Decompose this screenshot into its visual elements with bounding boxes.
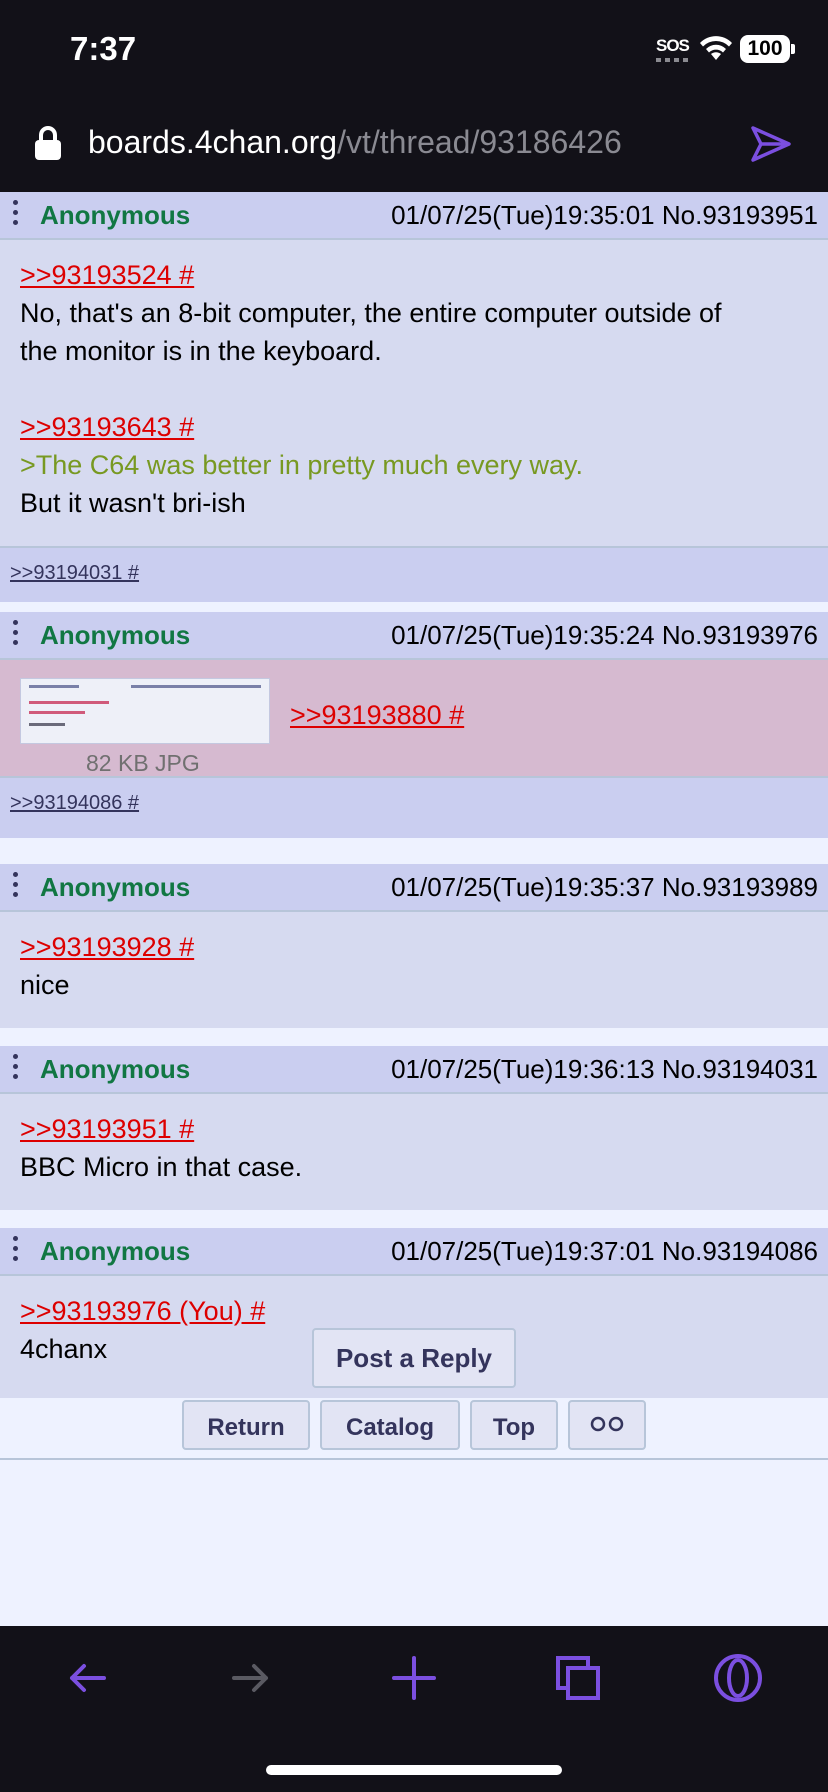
cellular-signal-icon — [656, 58, 688, 62]
quote-link[interactable]: >>93193976 (You) # — [20, 1292, 265, 1330]
tabs-icon[interactable] — [552, 1652, 604, 1704]
battery-icon: 100 — [740, 35, 790, 63]
opera-menu-icon[interactable] — [712, 1652, 764, 1704]
poster-name: Anonymous — [40, 872, 191, 902]
file-info[interactable]: 82 KB JPG — [86, 750, 200, 777]
quote-link[interactable]: >>93193880 # — [290, 700, 464, 731]
url-text[interactable]: boards.4chan.org/vt/thread/93186426 — [88, 124, 622, 161]
post-header: Anonymous 01/07/25(Tue)19:35:01 No.93193… — [0, 192, 828, 240]
forward-arrow-icon[interactable] — [224, 1652, 276, 1704]
return-button[interactable]: Return — [182, 1400, 310, 1450]
message-text: But it wasn't bri-ish — [20, 488, 246, 518]
post: Anonymous 01/07/25(Tue)19:35:01 No.93193… — [0, 192, 828, 602]
greentext: >The C64 was better in pretty much every… — [20, 450, 583, 480]
thread-content[interactable]: Anonymous 01/07/25(Tue)19:35:01 No.93193… — [0, 192, 828, 1626]
quote-link[interactable]: >>93193643 # — [20, 408, 722, 446]
post-datetime[interactable]: 01/07/25(Tue)19:36:13 No.93194031 — [391, 1054, 818, 1085]
sos-indicator: SOS — [656, 36, 690, 55]
quote-link[interactable]: >>93193951 # — [20, 1110, 302, 1148]
message-text: BBC Micro in that case. — [20, 1152, 303, 1182]
post-menu-icon[interactable] — [13, 1054, 21, 1084]
image-thumbnail[interactable] — [20, 678, 270, 744]
quote-link[interactable]: >>93193928 # — [20, 928, 194, 966]
post-header: Anonymous 01/07/25(Tue)19:36:13 No.93194… — [0, 1046, 828, 1094]
toggle-icon — [590, 1416, 624, 1432]
wifi-icon — [700, 36, 732, 60]
poster-name: Anonymous — [40, 620, 191, 650]
post-datetime[interactable]: 01/07/25(Tue)19:35:01 No.93193951 — [391, 200, 818, 231]
post-menu-icon[interactable] — [13, 1236, 21, 1266]
new-tab-plus-icon[interactable] — [388, 1652, 440, 1704]
thread-divider — [0, 1458, 828, 1460]
message-text: the monitor is in the keyboard. — [20, 336, 382, 366]
post-message: >>93193928 # nice — [20, 928, 194, 1004]
lock-icon — [35, 126, 61, 160]
poster-name: Anonymous — [40, 200, 191, 230]
message-text: nice — [20, 970, 70, 1000]
url-path: /vt/thread/93186426 — [337, 124, 622, 160]
backlink[interactable]: >>93194086 # — [10, 792, 139, 815]
post-header: Anonymous 01/07/25(Tue)19:35:37 No.93193… — [0, 864, 828, 912]
poster-name: Anonymous — [40, 1054, 191, 1084]
message-text: 4chanx — [20, 1334, 108, 1364]
send-icon[interactable] — [750, 124, 792, 164]
battery-tip — [791, 44, 795, 54]
status-time: 7:37 — [70, 30, 137, 67]
post-datetime[interactable]: 01/07/25(Tue)19:35:24 No.93193976 — [391, 620, 818, 651]
post-body-highlighted: >>93193880 # 82 KB JPG — [0, 660, 828, 776]
post-header: Anonymous 01/07/25(Tue)19:35:24 No.93193… — [0, 612, 828, 660]
top-button[interactable]: Top — [470, 1400, 558, 1450]
post-message: >>93193976 (You) # 4chanx — [20, 1292, 265, 1368]
backlink[interactable]: >>93194031 # — [10, 562, 139, 585]
poster-name: Anonymous — [40, 1236, 191, 1266]
post: Anonymous 01/07/25(Tue)19:35:37 No.93193… — [0, 864, 828, 1028]
home-indicator[interactable] — [266, 1765, 562, 1775]
back-arrow-icon[interactable] — [62, 1652, 114, 1704]
post-datetime[interactable]: 01/07/25(Tue)19:35:37 No.93193989 — [391, 872, 818, 903]
catalog-button[interactable]: Catalog — [320, 1400, 460, 1450]
backlinks: >>93194086 # — [0, 776, 828, 830]
url-domain: boards.4chan.org — [88, 124, 338, 160]
post-header: Anonymous 01/07/25(Tue)19:37:01 No.93194… — [0, 1228, 828, 1276]
backlinks: >>93194031 # — [0, 546, 828, 602]
post-menu-icon[interactable] — [13, 200, 21, 230]
post: Anonymous 01/07/25(Tue)19:36:13 No.93194… — [0, 1046, 828, 1210]
post-message: >>93193524 # No, that's an 8-bit compute… — [20, 256, 722, 522]
post-datetime[interactable]: 01/07/25(Tue)19:37:01 No.93194086 — [391, 1236, 818, 1267]
post-message: >>93193951 # BBC Micro in that case. — [20, 1110, 302, 1186]
post: Anonymous 01/07/25(Tue)19:35:24 No.93193… — [0, 612, 828, 838]
post-reply-button[interactable]: Post a Reply — [312, 1328, 516, 1388]
quote-link[interactable]: >>93193524 # — [20, 256, 722, 294]
settings-icon[interactable] — [568, 1400, 646, 1450]
message-text: No, that's an 8-bit computer, the entire… — [20, 298, 722, 328]
post-menu-icon[interactable] — [13, 872, 21, 902]
status-bar: 7:37 SOS 100 — [0, 0, 828, 100]
post-menu-icon[interactable] — [13, 620, 21, 650]
